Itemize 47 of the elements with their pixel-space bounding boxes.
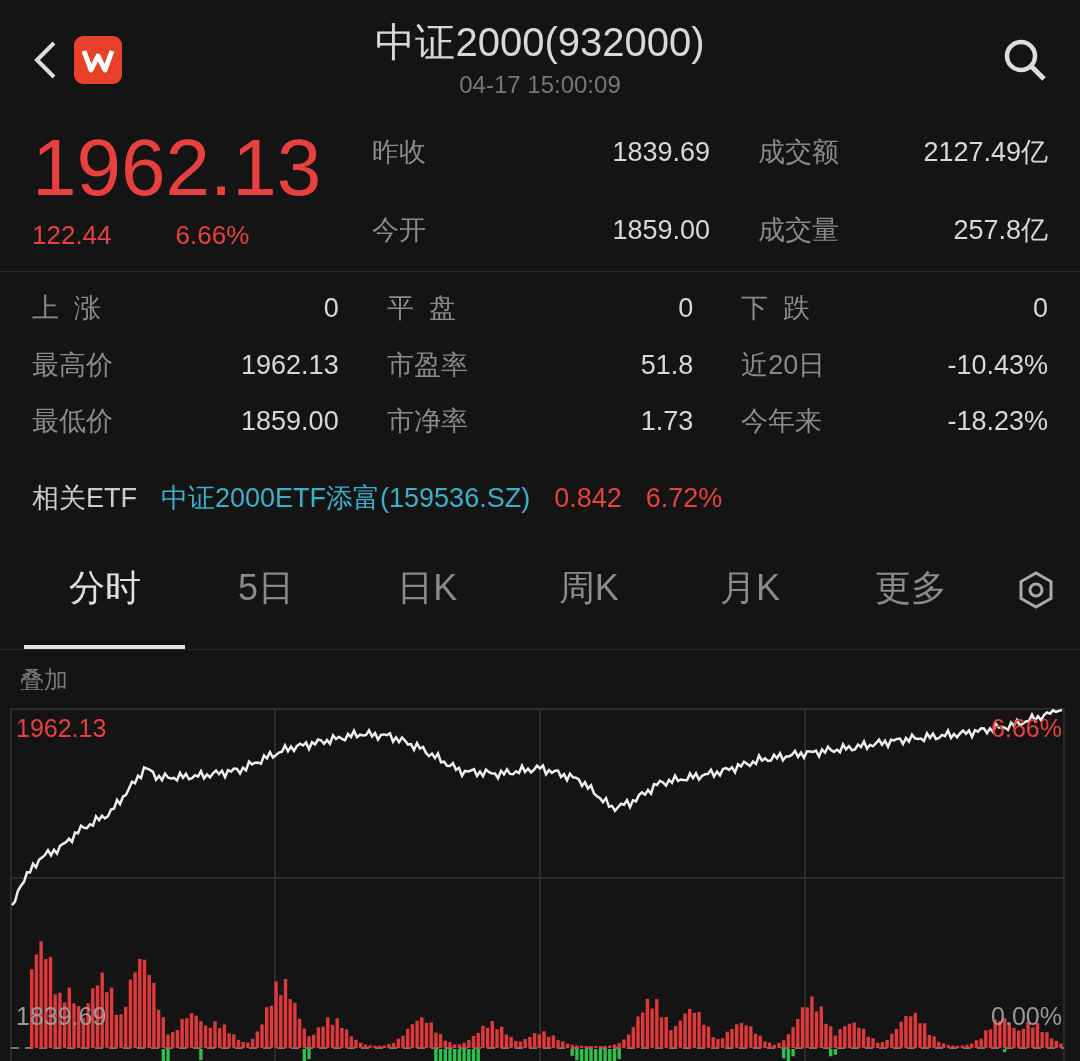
stat-value: 51.8 (640, 348, 694, 382)
stat-value: -10.43% (947, 348, 1048, 382)
stat-value: -18.23% (947, 405, 1048, 438)
stat-value: 2127.49亿 (922, 136, 1048, 169)
stat-label: 下 跌 (741, 292, 811, 325)
high-price-label: 1962.13 (16, 713, 107, 744)
stat-label: 市盈率 (386, 348, 468, 382)
etf-label: 相关ETF (32, 481, 137, 515)
search-icon[interactable] (1002, 37, 1048, 83)
stat-label: 成交量 (757, 213, 840, 247)
stat-label: 上 涨 (32, 292, 101, 325)
chart-tab[interactable]: 5日 (185, 530, 347, 649)
chart-tab[interactable]: 分时 (24, 530, 186, 649)
etf-link[interactable]: 中证2000ETF添富(159536.SZ) (161, 477, 531, 518)
stat-label: 今开 (372, 213, 427, 247)
overlay-button[interactable]: 叠加 (0, 650, 1080, 708)
chart-tab[interactable]: 周K (508, 530, 670, 649)
base-percent-label: 0.00% (991, 1001, 1062, 1032)
stat-value: 1859.00 (241, 405, 339, 438)
percent-change: 6.66% (175, 219, 250, 252)
stat-value: 1962.13 (241, 348, 339, 382)
window-title: 中证2000(932000) (375, 19, 705, 66)
stat-label: 成交额 (757, 136, 840, 169)
stat-label: 近20日 (741, 348, 826, 382)
stat-value: 257.8亿 (952, 213, 1048, 247)
stat-value: 0 (323, 292, 339, 325)
stat-value: 1839.69 (611, 136, 710, 169)
price-change: 122.44 (32, 219, 112, 252)
stat-value: 0 (678, 292, 694, 325)
stat-label: 今年来 (741, 405, 823, 438)
chart-tab[interactable]: 更多 (830, 530, 992, 649)
stat-label: 平 盘 (386, 292, 456, 325)
stat-value: 1.73 (640, 405, 694, 438)
stat-label: 最低价 (32, 405, 113, 438)
timestamp: 04-17 15:00:09 (459, 70, 621, 100)
stat-value: 0 (1032, 292, 1048, 325)
etf-price: 0.842 (554, 481, 622, 515)
stat-value: 1859.00 (611, 213, 710, 247)
app-logo-icon (74, 36, 122, 84)
stat-label: 昨收 (372, 136, 427, 169)
chart-tab[interactable]: 月K (669, 530, 831, 649)
back-icon[interactable] (32, 39, 58, 81)
current-price: 1962.13 (32, 128, 323, 208)
stat-label: 市净率 (386, 405, 468, 438)
etf-change: 6.72% (645, 481, 723, 515)
chart-tab[interactable]: 日K (346, 530, 508, 649)
stat-label: 最高价 (32, 348, 113, 382)
